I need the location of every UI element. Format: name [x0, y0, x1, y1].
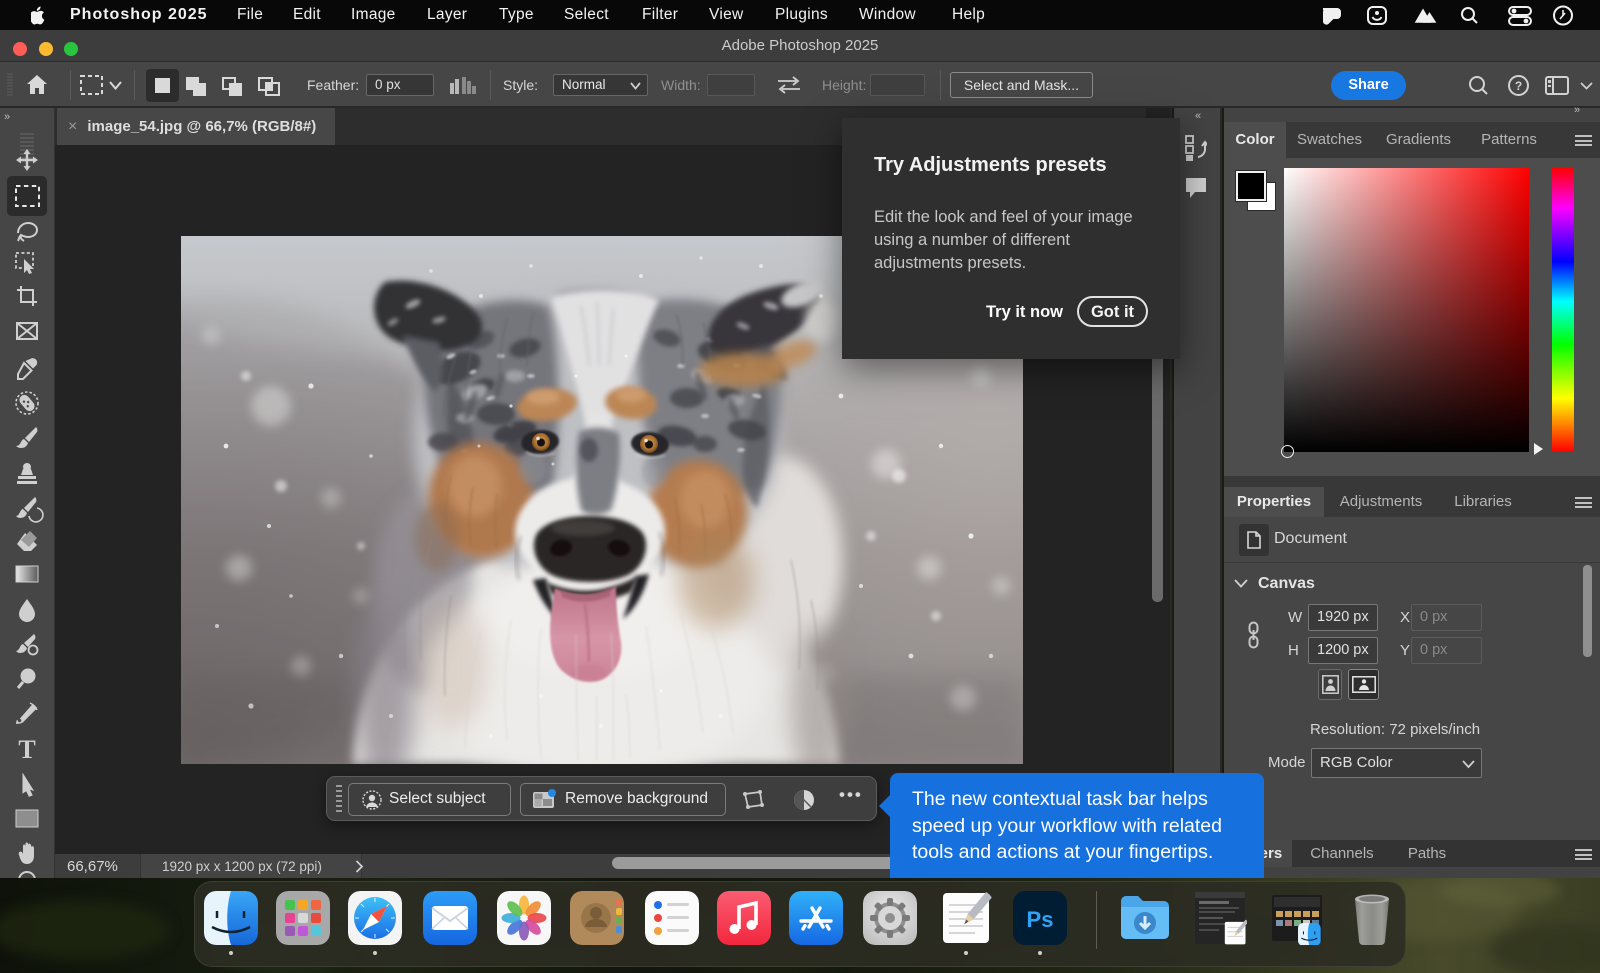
svg-text:T: T [18, 735, 35, 764]
svg-text:?: ? [1515, 79, 1522, 93]
svg-text:Ps: Ps [1027, 907, 1054, 932]
